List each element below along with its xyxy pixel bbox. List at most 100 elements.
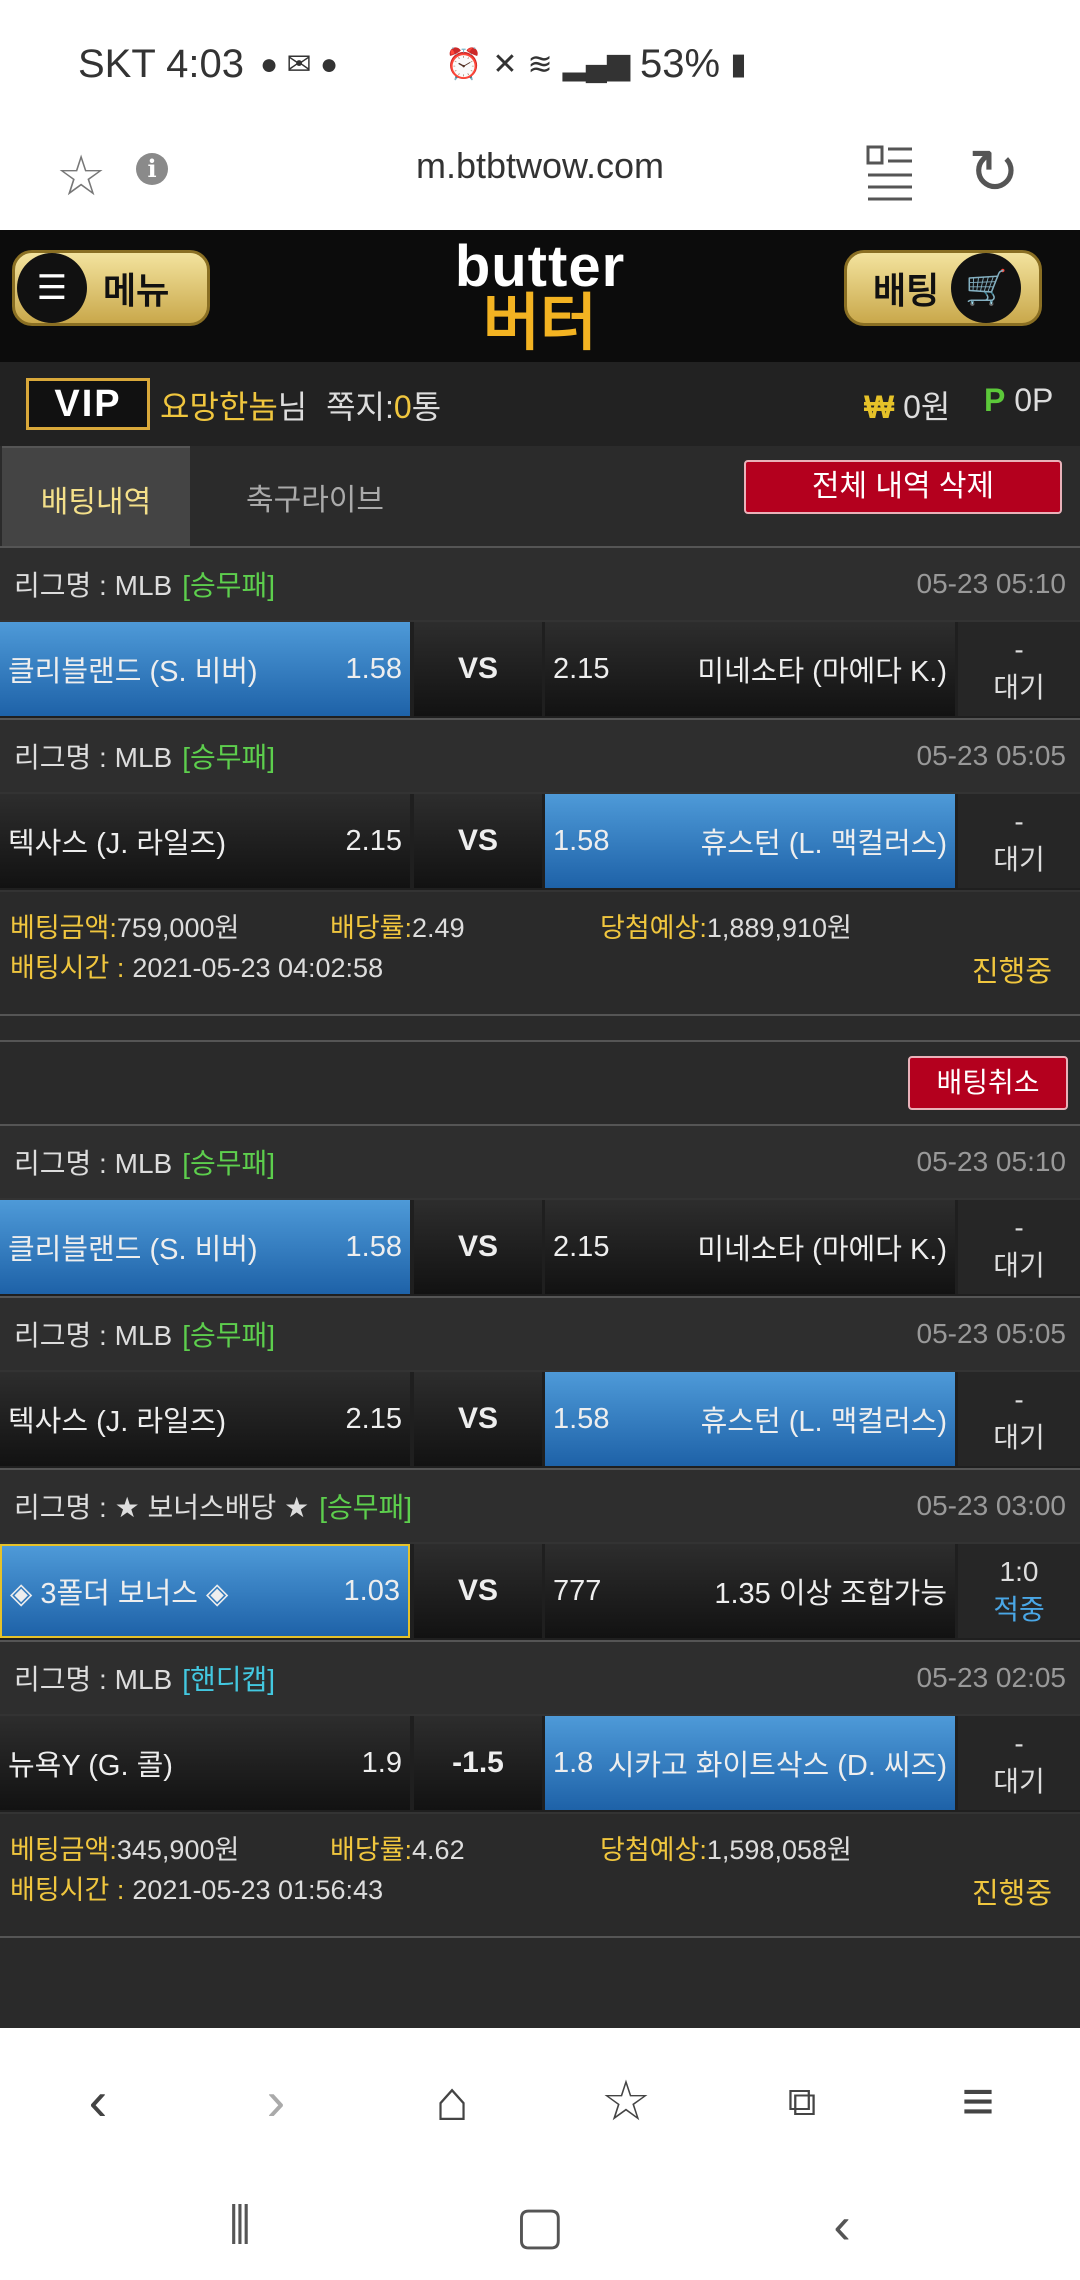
league-name: 리그명 : ★ 보너스배당 ★ (14, 1492, 310, 1523)
status-bar: SKT 4:03 ● ✉ ● ⏰ ✕ ≋ ▂▄▆ 53% ▮ (0, 0, 1080, 125)
bet-label: 배팅 (873, 270, 940, 311)
bet-separator (0, 1014, 1080, 1040)
url-text[interactable]: m.btbtwow.com (0, 145, 1080, 187)
home-circle-icon[interactable]: ▢ (500, 2196, 580, 2256)
bet-amount-label: 베팅금액: (10, 913, 117, 943)
away-pick[interactable]: 1.58 휴스턴 (L. 맥컬러스) (545, 794, 955, 888)
messages-link[interactable]: 쪽지:0통 (326, 389, 441, 425)
game-status: - 대기 (958, 794, 1080, 888)
menu-label: 메뉴 (103, 270, 170, 311)
draw-handicap: -1.5 (414, 1716, 542, 1810)
app-header: ☰ 메뉴 butter 버터 배팅 🛒 (0, 230, 1080, 362)
game-row: 클리블랜드 (S. 비버) 1.58 VS 2.15 미네소타 (마에다 K.) - 대기 (0, 620, 1080, 718)
home-team: 텍사스 (J. 라일즈) (8, 828, 227, 860)
game-result: 대기 (993, 1766, 1045, 1797)
bet-state: 진행중 (971, 956, 1052, 988)
cancel-bet-button[interactable]: 배팅취소 (908, 1056, 1068, 1110)
won-amount: 0원 (903, 389, 951, 425)
bet-time-label: 배팅시간 : (10, 1875, 125, 1905)
league-name: 리그명 : MLB (14, 570, 173, 601)
home-team: 클리블랜드 (S. 비버) (8, 656, 258, 688)
game-result: 대기 (993, 672, 1045, 703)
tab-betting-history[interactable]: 배팅내역 (2, 446, 190, 546)
tab-soccer-live[interactable]: 축구라이브 (195, 446, 435, 546)
tabs-icon[interactable]: ⧉ (762, 2080, 842, 2125)
home-pick[interactable]: 텍사스 (J. 라일즈) 2.15 (0, 794, 410, 888)
game-result: 대기 (993, 844, 1045, 875)
game-row: 클리블랜드 (S. 비버) 1.58 VS 2.15 미네소타 (마에다 K.) - 대기 (0, 1198, 1080, 1296)
won-icon: ₩ (864, 389, 895, 425)
home-pick[interactable]: 클리블랜드 (S. 비버) 1.58 (0, 622, 410, 716)
game-status: - 대기 (958, 1200, 1080, 1294)
vip-badge: VIP (26, 378, 150, 430)
reload-icon[interactable]: ↻ (968, 135, 1020, 208)
cart-icon: 🛒 (951, 253, 1022, 323)
away-pick[interactable]: 1.58 휴스턴 (L. 맥컬러스) (545, 1372, 955, 1466)
system-back-icon[interactable]: ‹ (802, 2196, 882, 2256)
game-row: 텍사스 (J. 라일즈) 2.15 VS 1.58 휴스턴 (L. 맥컬러스) - 대기 (0, 1370, 1080, 1468)
game-status: 1:0 적중 (958, 1544, 1080, 1638)
menu-icon[interactable]: ≡ (938, 2068, 1018, 2133)
bet-time-label: 배팅시간 : (10, 953, 125, 983)
bet-type: [승무패] (182, 1148, 276, 1179)
league-header: 리그명 : ★ 보너스배당 ★ [승무패] 05-23 03:00 (0, 1468, 1080, 1542)
summary-line-2: 배팅시간 :2021-05-23 04:02:58 (10, 946, 383, 985)
game-time: 05-23 03:00 (916, 1490, 1066, 1521)
away-team: 휴스턴 (L. 맥컬러스) (700, 1406, 947, 1438)
user-greeting: 요망한놈님 쪽지:0통 (160, 382, 441, 428)
league-info: 리그명 : MLB [승무패] (14, 1142, 275, 1182)
away-team: 미네소타 (마에다 K.) (697, 656, 947, 688)
menu-button[interactable]: ☰ 메뉴 (12, 250, 210, 326)
home-icon[interactable]: ⌂ (412, 2068, 492, 2133)
away-pick[interactable]: 2.15 미네소타 (마에다 K.) (545, 622, 955, 716)
bet-time-value: 2021-05-23 04:02:58 (132, 953, 384, 983)
game-score: - (1014, 1384, 1024, 1415)
bet-odds-value: 4.62 (412, 1835, 465, 1865)
home-pick[interactable]: 뉴욕Y (G. 콜) 1.9 (0, 1716, 410, 1810)
away-pick[interactable]: 1.8 시카고 화이트삭스 (D. 씨즈) (545, 1716, 955, 1810)
home-pick[interactable]: 클리블랜드 (S. 비버) 1.58 (0, 1200, 410, 1294)
messages-unit: 통 (411, 389, 442, 425)
away-pick[interactable]: 2.15 미네소타 (마에다 K.) (545, 1200, 955, 1294)
point-amount: 0P (1014, 382, 1054, 418)
league-header: 리그명 : MLB [승무패] 05-23 05:05 (0, 1296, 1080, 1370)
bet-amount-value: 345,900원 (116, 1835, 240, 1865)
bet-odds-value: 2.49 (412, 913, 465, 943)
game-status: - 대기 (958, 1716, 1080, 1810)
game-score: - (1014, 634, 1024, 665)
site-logo[interactable]: butter 버터 (420, 238, 660, 356)
recents-icon[interactable]: ⦀ (200, 2196, 280, 2257)
league-info: 리그명 : MLB [승무패] (14, 736, 275, 776)
league-info: 리그명 : MLB [승무패] (14, 564, 275, 604)
cancel-row: 배팅취소 (0, 1040, 1080, 1124)
league-name: 리그명 : MLB (14, 1148, 173, 1179)
user-name: 요망한놈 (160, 389, 278, 425)
messages-count: 0 (393, 389, 412, 425)
delete-all-history-button[interactable]: 전체 내역 삭제 (744, 460, 1062, 514)
list-end (0, 1936, 1080, 1962)
game-time: 05-23 05:10 (916, 1146, 1066, 1177)
home-pick[interactable]: ◈ 3폴더 보너스 ◈ 1.03 (0, 1544, 410, 1638)
forward-icon[interactable]: › (236, 2068, 316, 2133)
away-odds: 1.58 (553, 1402, 610, 1435)
bookmarks-icon[interactable]: ☆ (586, 2068, 666, 2134)
bet-amount-value: 759,000원 (116, 913, 240, 943)
bet-odds: 배당률:4.62 (330, 1828, 465, 1867)
back-icon[interactable]: ‹ (58, 2068, 138, 2133)
home-team: ◈ 3폴더 보너스 ◈ (10, 1578, 229, 1610)
bet-slip-button[interactable]: 배팅 🛒 (844, 250, 1042, 326)
draw-handicap: VS (414, 622, 542, 716)
bet-type: [승무패] (182, 570, 276, 601)
messages-label: 쪽지: (326, 389, 394, 425)
reader-mode-icon[interactable] (866, 143, 914, 201)
game-result: 적중 (993, 1594, 1045, 1625)
league-info: 리그명 : ★ 보너스배당 ★ [승무패] (14, 1486, 412, 1526)
away-team: 휴스턴 (L. 맥컬러스) (700, 828, 947, 860)
away-odds: 2.15 (553, 652, 610, 685)
browser-url-bar: ☆ i m.btbtwow.com ↻ (0, 125, 1080, 230)
away-team: 1.35 이상 조합가능 (714, 1578, 947, 1610)
bet-amount: 베팅금액:759,000원 (10, 906, 239, 945)
home-pick[interactable]: 텍사스 (J. 라일즈) 2.15 (0, 1372, 410, 1466)
carrier-time: SKT 4:03 (78, 42, 245, 86)
away-pick[interactable]: 777 1.35 이상 조합가능 (545, 1544, 955, 1638)
